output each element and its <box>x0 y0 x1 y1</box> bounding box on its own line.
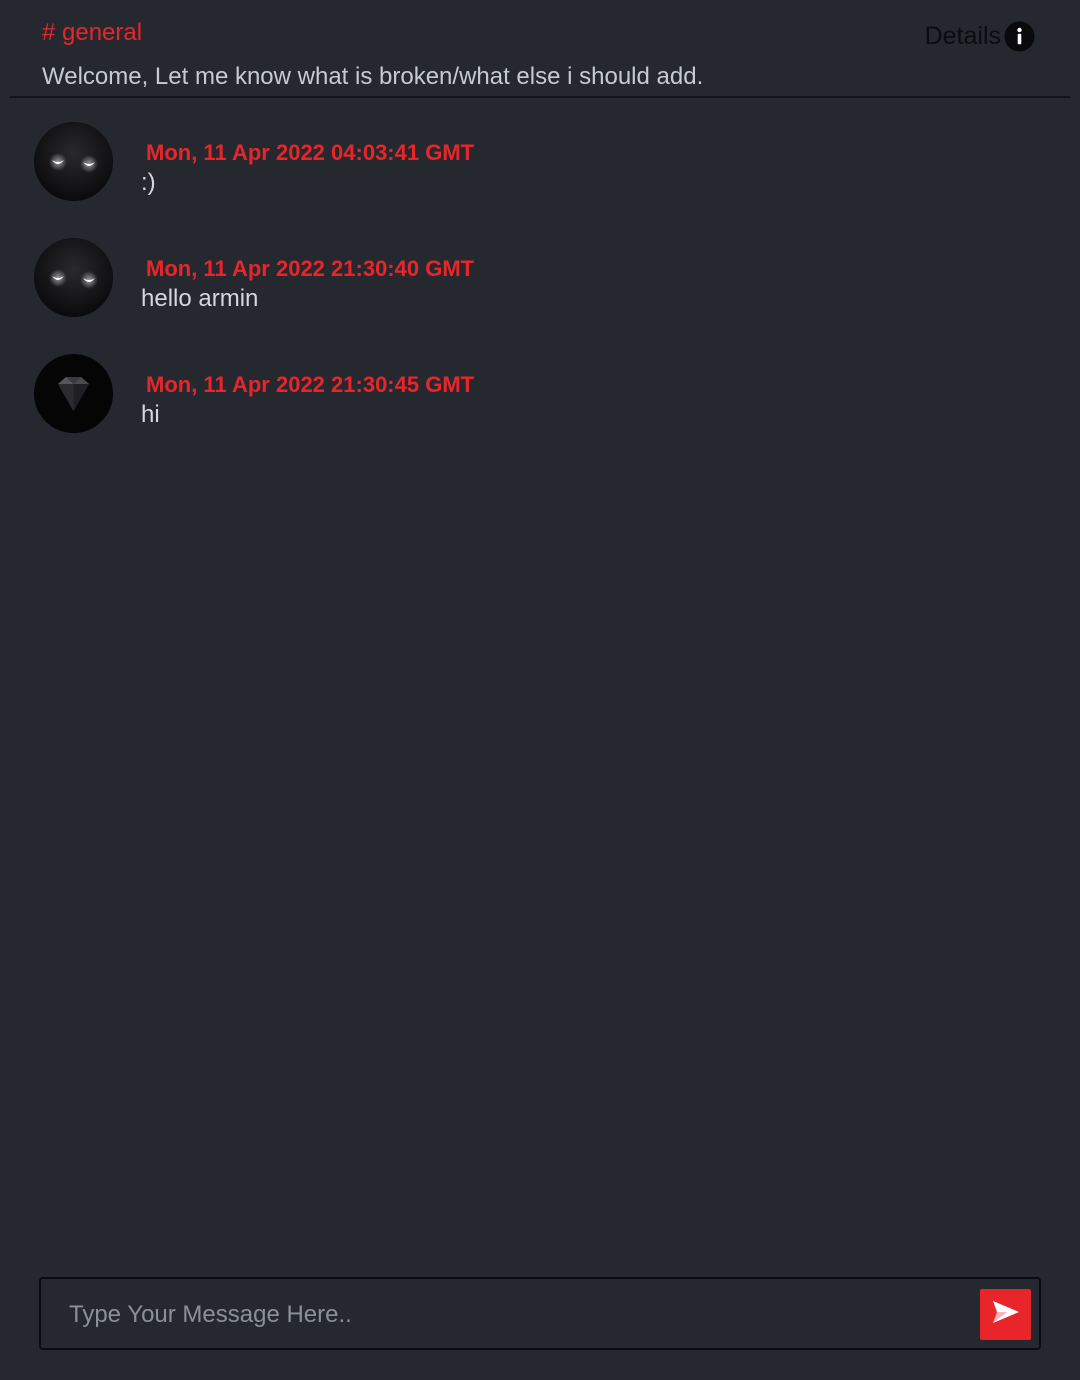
message-list: Mon, 11 Apr 2022 04:03:41 GMT :) Mon, 11… <box>0 116 1080 464</box>
glowing-eyes-avatar[interactable] <box>34 122 113 201</box>
message-composer <box>39 1277 1041 1350</box>
details-button[interactable]: Details <box>925 20 1035 52</box>
chat-app: # general Welcome, Let me know what is b… <box>0 0 1080 1380</box>
diamond-avatar[interactable] <box>34 354 113 433</box>
send-icon <box>991 1299 1021 1330</box>
channel-name: # general <box>42 19 143 46</box>
message-item: Mon, 11 Apr 2022 21:30:40 GMT hello armi… <box>0 232 1080 348</box>
message-timestamp: Mon, 11 Apr 2022 21:30:45 GMT <box>146 372 475 397</box>
message-item: Mon, 11 Apr 2022 21:30:45 GMT hi <box>0 348 1080 464</box>
message-item: Mon, 11 Apr 2022 04:03:41 GMT :) <box>0 116 1080 232</box>
message-text: hi <box>141 401 160 428</box>
message-text: :) <box>141 169 156 196</box>
details-label: Details <box>924 22 1001 50</box>
send-button[interactable] <box>980 1289 1031 1340</box>
channel-header: # general Welcome, Let me know what is b… <box>10 0 1070 98</box>
info-icon <box>1004 21 1035 52</box>
message-timestamp: Mon, 11 Apr 2022 04:03:41 GMT <box>146 140 475 165</box>
glowing-eyes-avatar[interactable] <box>34 238 113 317</box>
channel-description: Welcome, Let me know what is broken/what… <box>42 63 704 90</box>
message-timestamp: Mon, 11 Apr 2022 21:30:40 GMT <box>146 256 475 281</box>
message-text: hello armin <box>141 285 259 312</box>
message-input[interactable] <box>67 1293 971 1337</box>
